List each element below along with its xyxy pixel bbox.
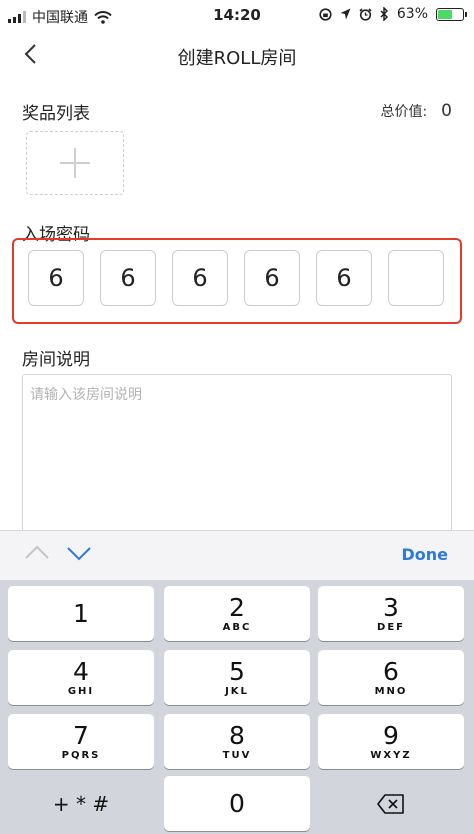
key-8[interactable]: 8 TUV [164, 714, 310, 769]
symbols-key-label: + * # [52, 791, 110, 816]
battery-percent: 63% [396, 6, 428, 22]
password-digit-6[interactable] [388, 250, 444, 306]
add-prize-button[interactable] [26, 131, 124, 195]
alarm-icon [359, 7, 372, 21]
total-value-number: 0 [441, 101, 452, 121]
key-number: 7 [73, 721, 89, 750]
password-digit-1[interactable]: 6 [28, 250, 84, 306]
chevron-up-icon[interactable] [24, 544, 50, 560]
status-bar: 中国联通 14:20 63% [0, 0, 474, 30]
key-number: 4 [73, 657, 89, 686]
prize-list-label: 奖品列表 [22, 104, 90, 124]
done-button[interactable]: Done [401, 545, 448, 564]
backspace-icon [377, 793, 404, 814]
password-digit-5[interactable]: 6 [316, 250, 372, 306]
key-number: 9 [383, 721, 399, 750]
key-number: 6 [383, 657, 399, 686]
status-right: 63% [319, 6, 467, 22]
description-label: 房间说明 [22, 350, 90, 370]
key-1[interactable]: 1 [8, 586, 154, 641]
description-placeholder: 请输入该房间说明 [30, 387, 142, 403]
key-4[interactable]: 4 GHI [8, 650, 154, 705]
key-letters: TUV [222, 750, 252, 761]
key-5[interactable]: 5 JKL [164, 650, 310, 705]
key-letters: JKL [225, 686, 249, 697]
key-0[interactable]: 0 [164, 776, 310, 831]
symbols-key[interactable]: + * # [8, 776, 154, 831]
key-6[interactable]: 6 MNO [318, 650, 464, 705]
total-value-label: 总价值: [380, 104, 428, 120]
delete-key[interactable] [318, 776, 464, 831]
key-letters: GHI [67, 686, 95, 697]
password-digit-2[interactable]: 6 [100, 250, 156, 306]
key-number: 5 [229, 657, 245, 686]
key-letters: MNO [374, 686, 408, 697]
key-letters: ABC [222, 622, 252, 633]
key-number: 3 [383, 593, 399, 622]
password-digit-4[interactable]: 6 [244, 250, 300, 306]
key-2[interactable]: 2 ABC [164, 586, 310, 641]
key-7[interactable]: 7 PQRS [8, 714, 154, 769]
bluetooth-icon [380, 7, 388, 21]
key-number: 2 [229, 593, 245, 622]
location-icon [340, 8, 351, 20]
password-digit-3[interactable]: 6 [172, 250, 228, 306]
chevron-down-icon[interactable] [66, 546, 92, 562]
key-number: 1 [73, 598, 89, 628]
key-number: 8 [229, 721, 245, 750]
key-letters: WXYZ [370, 750, 412, 761]
key-letters: DEF [377, 622, 405, 633]
key-number: 0 [229, 789, 245, 818]
total-value: 总价值: 0 [380, 101, 452, 121]
key-3[interactable]: 3 DEF [318, 586, 464, 641]
page-title: 创建ROLL房间 [177, 48, 297, 69]
key-9[interactable]: 9 WXYZ [318, 714, 464, 769]
key-letters: PQRS [61, 750, 101, 761]
rotation-lock-icon [319, 7, 332, 21]
battery-icon [436, 7, 467, 21]
